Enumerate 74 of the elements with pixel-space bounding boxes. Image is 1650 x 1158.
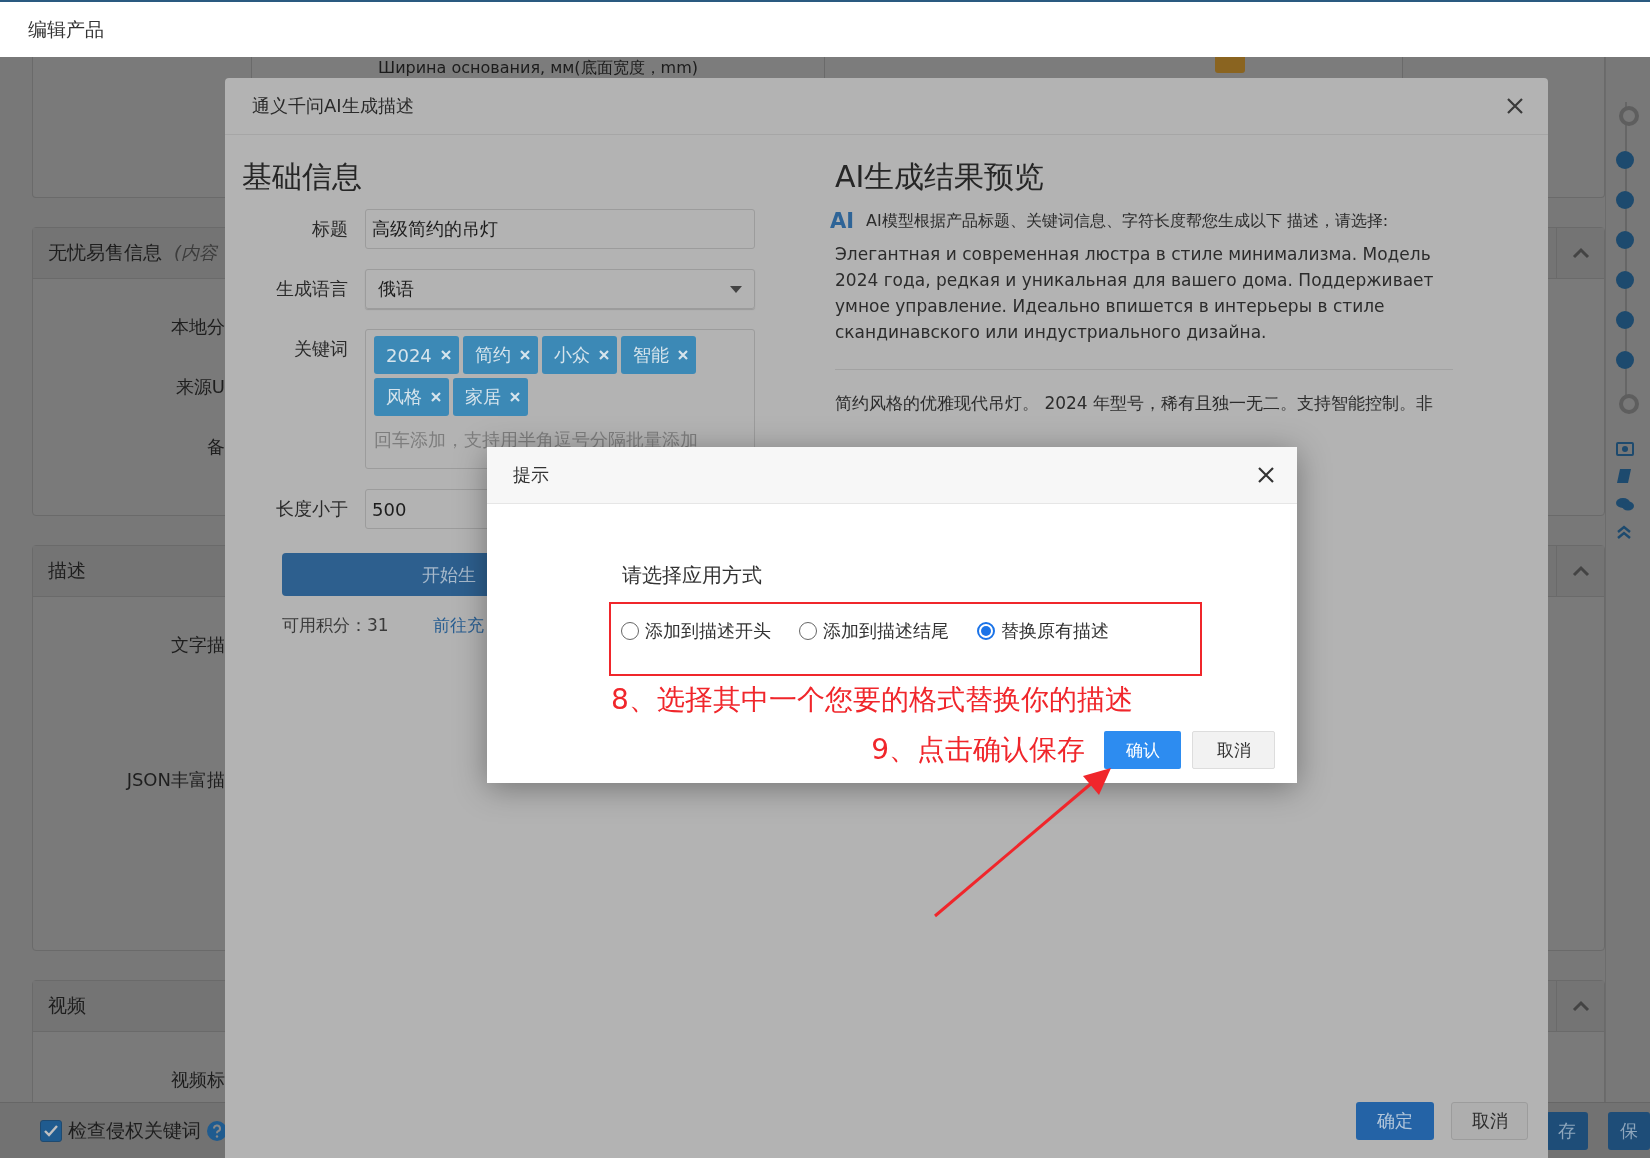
points-text: 可用积分：31 xyxy=(282,614,389,637)
remove-icon[interactable] xyxy=(440,350,451,360)
page-title: 编辑产品 xyxy=(28,16,104,42)
field-label: 备 xyxy=(206,435,225,459)
timeline-dot[interactable] xyxy=(1619,106,1639,126)
keyword-tag[interactable]: 风格 xyxy=(374,378,449,416)
field-label: 文字描 xyxy=(170,633,225,657)
book-icon[interactable] xyxy=(1616,468,1632,484)
radio-option[interactable]: 添加到描述开头 xyxy=(621,619,771,643)
field-label: 视频标 xyxy=(170,1068,225,1092)
checkbox-label: 检查侵权关键词 xyxy=(68,1117,201,1143)
radio-option[interactable]: 替换原有描述 xyxy=(977,619,1109,643)
field-label: 生成语言 xyxy=(275,277,348,301)
confirm-button[interactable]: 确认 xyxy=(1104,731,1181,769)
timeline-dot[interactable] xyxy=(1616,311,1634,329)
timeline-dot[interactable] xyxy=(1616,271,1634,289)
remove-icon[interactable] xyxy=(431,392,441,402)
field-label: 长度小于 xyxy=(275,497,348,521)
chevron-up-icon xyxy=(1571,1000,1590,1012)
double-chevron-up-icon[interactable] xyxy=(1616,524,1632,540)
keyword-tag[interactable]: 智能 xyxy=(620,336,696,374)
timeline-dot[interactable] xyxy=(1616,351,1634,369)
remove-icon[interactable] xyxy=(519,350,530,360)
remove-icon[interactable] xyxy=(510,392,520,402)
close-button[interactable] xyxy=(1257,466,1275,484)
section-heading: 基础信息 xyxy=(242,158,363,196)
save-button[interactable]: 存 xyxy=(1546,1111,1588,1150)
section-heading: AI生成结果预览 xyxy=(835,158,1046,196)
timeline-dot[interactable] xyxy=(1619,394,1639,414)
cancel-button[interactable]: 取消 xyxy=(1192,731,1275,769)
panel-title: 无忧易售信息 xyxy=(48,240,162,265)
field-label: 关键词 xyxy=(293,337,348,361)
result-text: Элегантная и современная люстра в стиле минимализма. Модель 2024 года, редкая и уникальная для вашего дома. Поддерживает умное управление. Идеально впишется в интерьеры в стиле скандинавского или индустриального дизайна. xyxy=(835,243,1435,344)
panel-title: 视频 xyxy=(48,993,86,1018)
timeline-dot[interactable] xyxy=(1616,191,1634,209)
remove-icon[interactable] xyxy=(677,350,688,360)
timeline-dot[interactable] xyxy=(1616,231,1634,249)
annotation-text: 8、选择其中一个您要的格式替换你的描述 xyxy=(611,682,1134,718)
keyword-tag[interactable]: 2024 xyxy=(374,336,459,374)
chevron-up-icon xyxy=(1571,565,1590,577)
close-button[interactable] xyxy=(1506,97,1524,115)
prompt-text: 请选择应用方式 xyxy=(621,562,763,589)
close-icon xyxy=(1257,466,1275,484)
field-label: JSON丰富描 xyxy=(124,768,225,792)
ai-label: AI xyxy=(830,209,855,233)
timeline-dot[interactable] xyxy=(1616,151,1634,169)
money-icon[interactable] xyxy=(1616,442,1634,456)
ok-button[interactable]: 确定 xyxy=(1356,1102,1434,1140)
comments-icon[interactable] xyxy=(1616,496,1634,512)
panel-title: 描述 xyxy=(48,558,86,583)
keyword-tag[interactable]: 家居 xyxy=(453,378,528,416)
radio[interactable] xyxy=(977,622,995,640)
keyword-tag[interactable]: 简约 xyxy=(462,336,538,374)
remove-icon[interactable] xyxy=(598,350,609,360)
cancel-button[interactable]: 取消 xyxy=(1451,1102,1528,1140)
field-label: 来源U xyxy=(174,375,225,399)
recharge-link[interactable]: 前往充 xyxy=(432,614,484,637)
save-button[interactable]: 保 xyxy=(1608,1111,1650,1150)
check-icon xyxy=(44,1124,58,1137)
field-label: 标题 xyxy=(311,217,348,241)
close-icon xyxy=(1506,97,1524,115)
intro-text: AI模型根据产品标题、关键词信息、字符长度帮您生成以下 描述，请选择: xyxy=(866,210,1389,232)
checkbox[interactable] xyxy=(40,1119,62,1142)
field-label: 本地分 xyxy=(170,315,225,339)
caret-icon xyxy=(730,285,742,293)
language-select[interactable]: 俄语 xyxy=(365,269,755,309)
chevron-up-icon xyxy=(1571,247,1590,259)
radio-option[interactable]: 添加到描述结尾 xyxy=(799,619,949,643)
annotation-text: 9、点击确认保存 xyxy=(871,732,1085,768)
dialog-title: 通义千问AI生成描述 xyxy=(252,94,414,118)
result-text: 简约风格的优雅现代吊灯。 2024 年型号，稀有且独一无二。支持智能控制。非 xyxy=(835,392,1435,415)
keyword-tag[interactable]: 小众 xyxy=(541,336,617,374)
title-input[interactable]: 高级简约的吊灯 xyxy=(365,209,755,249)
panel-note: (内容 xyxy=(174,241,218,265)
